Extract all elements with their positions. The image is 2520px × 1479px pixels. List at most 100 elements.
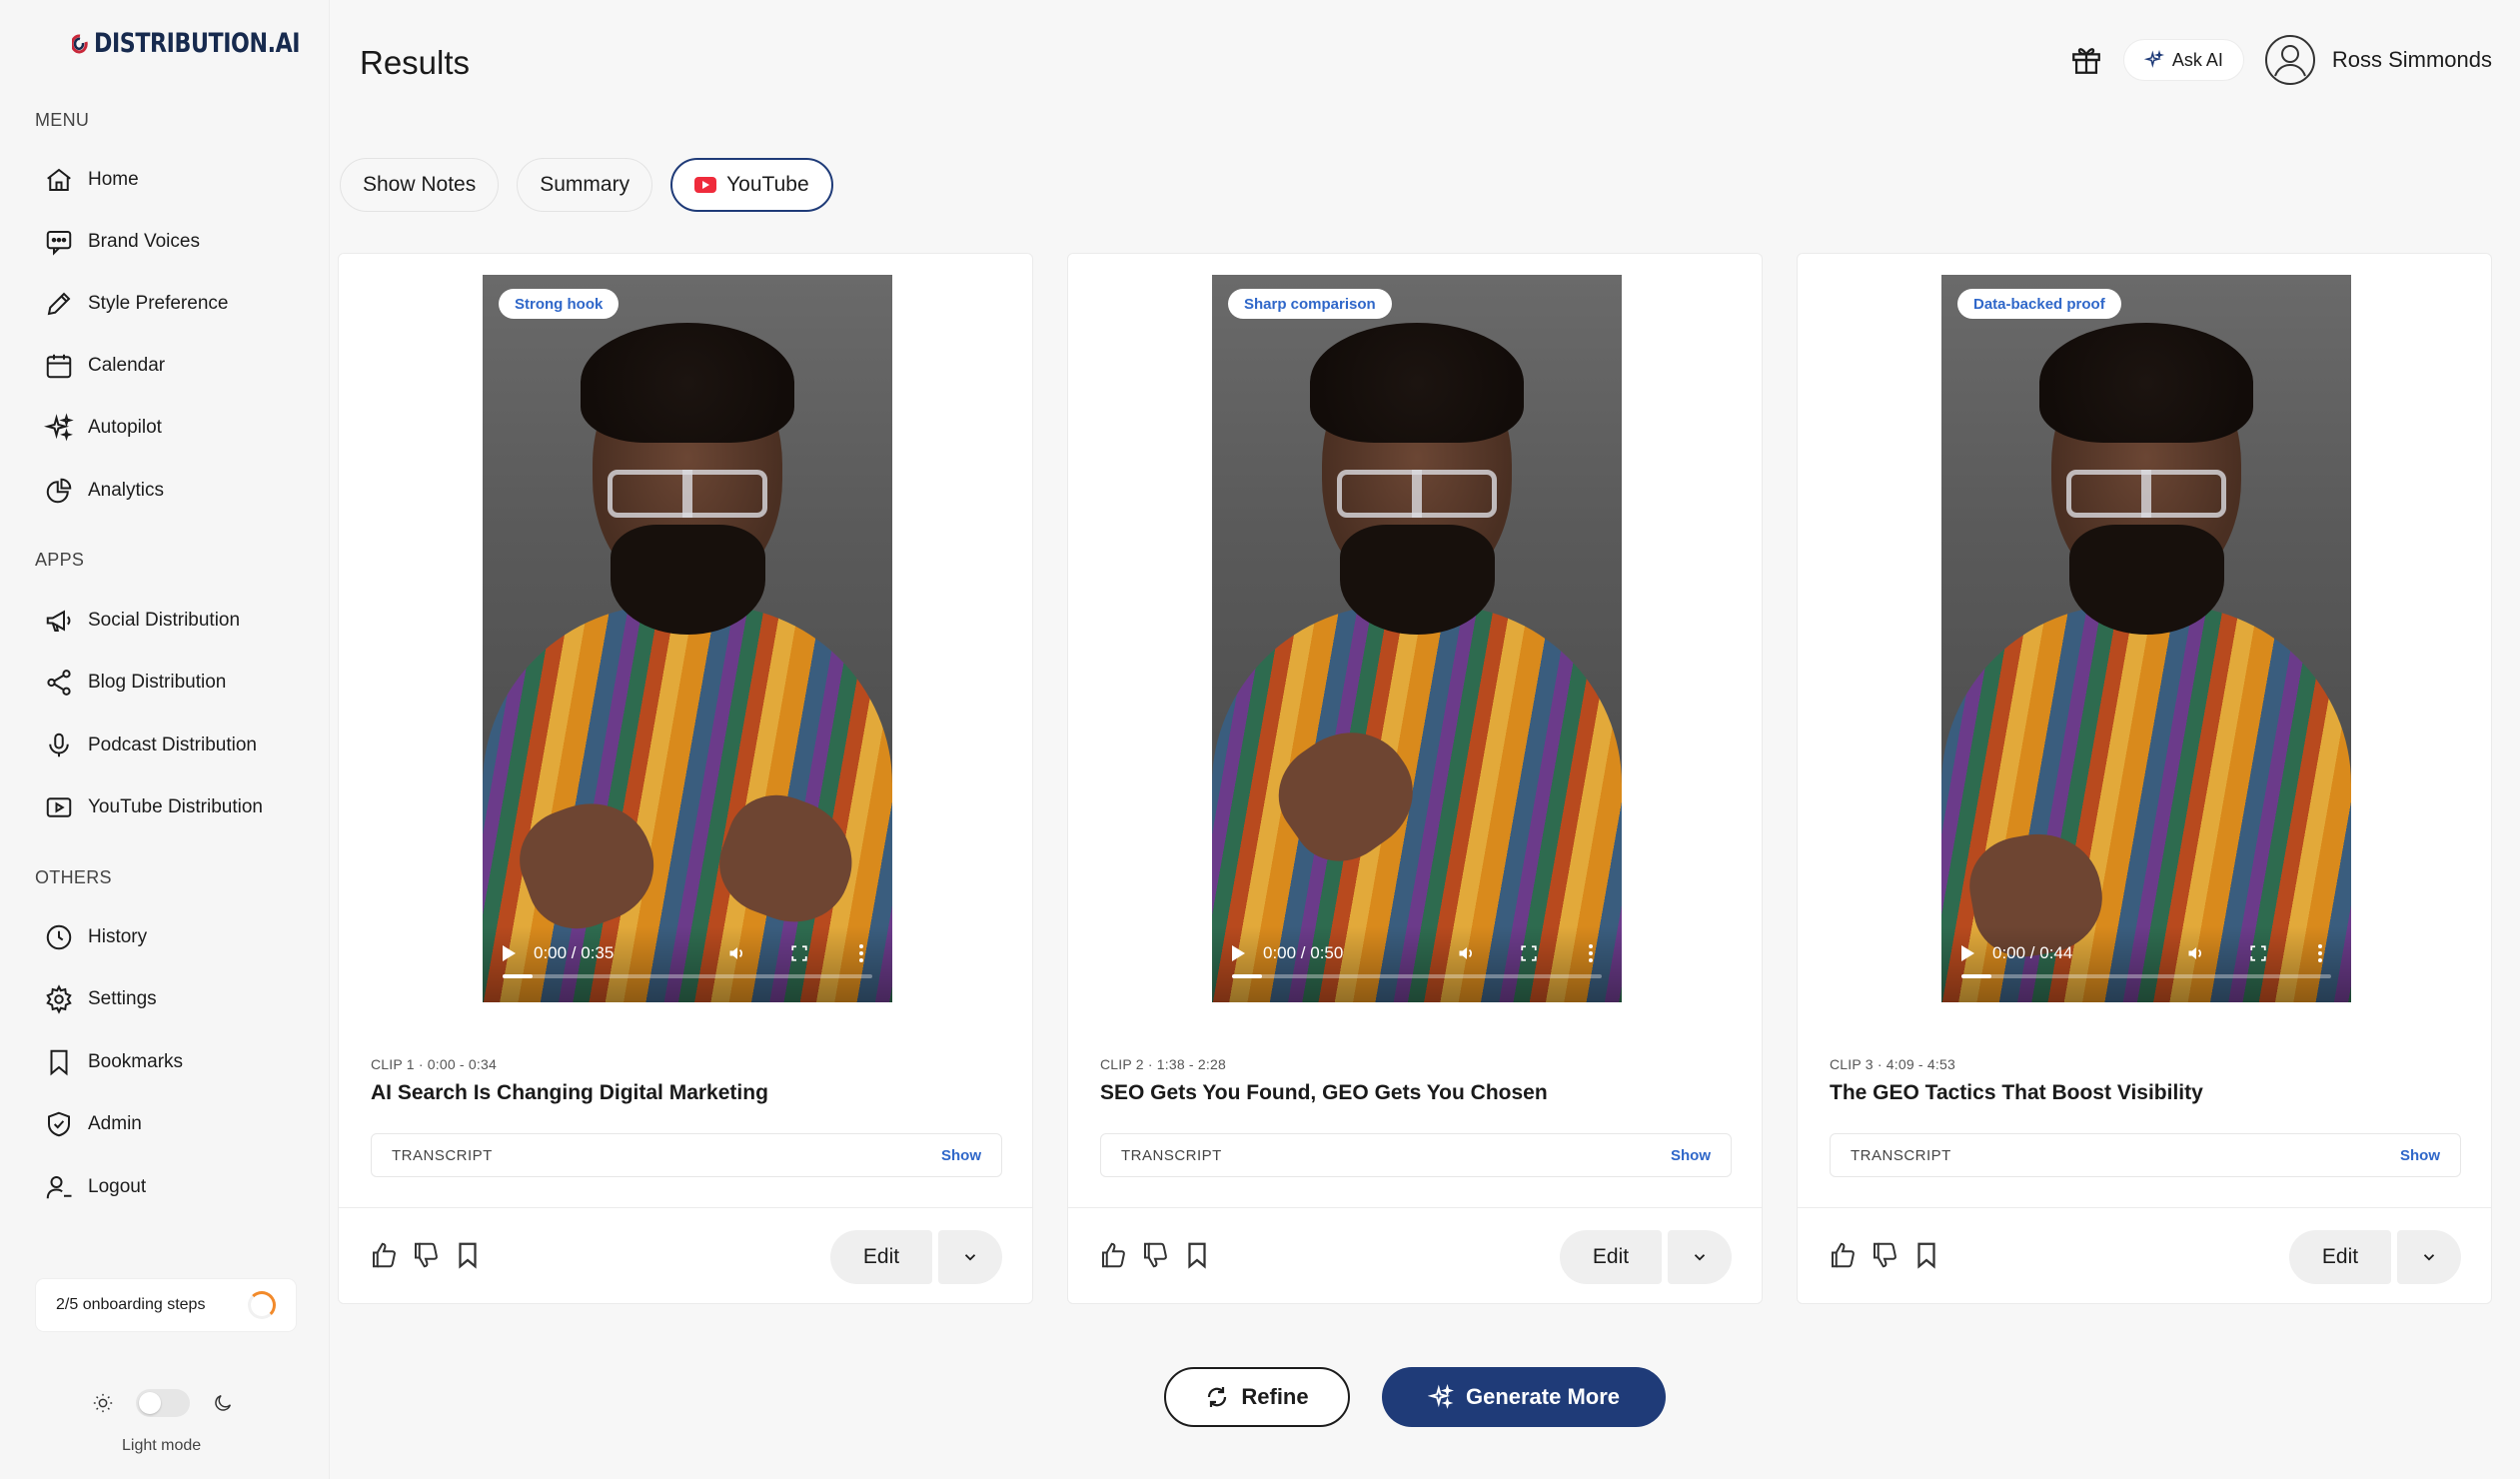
video-progress-bar[interactable] [1961,974,2331,978]
ask-ai-button[interactable]: Ask AI [2122,39,2244,81]
tab-show-notes[interactable]: Show Notes [340,158,500,212]
sidebar-item-label: Blog Distribution [88,672,227,693]
logo[interactable]: DISTRIBUTION.AI [72,28,345,59]
user-menu[interactable]: Ross Simmonds [2264,34,2492,86]
sidebar-item-label: Logout [88,1176,147,1197]
sidebar-item-label: Autopilot [88,417,162,438]
video-subject-hair [2039,323,2253,443]
bookmark-icon[interactable] [1911,1240,1941,1270]
sidebar-item-brand-voices[interactable]: Brand Voices [44,222,200,262]
play-icon[interactable] [1232,945,1245,961]
fullscreen-icon[interactable] [1518,942,1540,964]
onboarding-progress[interactable]: 2/5 onboarding steps [36,1279,296,1331]
more-options-icon[interactable] [1580,942,1602,964]
pen-icon [47,292,71,316]
video-progress-bar[interactable] [1232,974,1602,978]
chevron-down-icon [964,1254,976,1261]
tab-youtube[interactable]: YouTube [670,158,833,212]
generate-more-button[interactable]: Generate More [1382,1367,1666,1427]
sidebar: DISTRIBUTION.AI MENU Home Brand Voices S… [0,0,330,1479]
video-subject-beard [1340,525,1495,635]
fullscreen-icon[interactable] [788,942,810,964]
play-icon[interactable] [1961,945,1974,961]
fullscreen-icon[interactable] [2247,942,2269,964]
sidebar-item-label: History [88,926,148,947]
video-subject-glasses [2066,470,2226,518]
volume-icon[interactable] [1456,942,1478,964]
play-icon[interactable] [503,945,516,961]
sidebar-item-podcast-distribution[interactable]: Podcast Distribution [44,726,257,765]
bottom-actions: Refine Generate More [1164,1367,1666,1427]
avatar [2264,35,2315,85]
transcript-show-link[interactable]: Show [2400,1147,2440,1164]
sidebar-item-calendar[interactable]: Calendar [44,346,165,386]
more-options-icon[interactable] [850,942,872,964]
sidebar-item-analytics[interactable]: Analytics [44,471,164,511]
thumbs-down-icon[interactable] [1140,1240,1170,1270]
thumbs-down-icon[interactable] [1870,1240,1899,1270]
thumbs-down-icon[interactable] [411,1240,441,1270]
gift-icon[interactable] [2069,43,2103,77]
sidebar-item-label: Social Distribution [88,610,241,631]
theme-switch[interactable] [136,1389,190,1417]
video-controls: 0:00 / 0:50 [1212,926,1622,1002]
transcript-show-link[interactable]: Show [941,1147,981,1164]
video-progress-bar[interactable] [503,974,872,978]
thumbs-up-icon[interactable] [369,1240,399,1270]
sidebar-item-label: Admin [88,1113,142,1134]
sidebar-item-blog-distribution[interactable]: Blog Distribution [44,663,226,703]
edit-button[interactable]: Edit [1560,1230,1662,1284]
video-controls: 0:00 / 0:35 [483,926,892,1002]
sidebar-item-autopilot[interactable]: Autopilot [44,408,162,448]
shield-icon [48,1111,70,1137]
microphone-icon [49,733,69,757]
video-subject-hands [1242,708,1592,924]
home-icon [47,168,71,191]
clip-cards: Strong hook 0:00 / 0:35 CLIP 1 · 0:00 - … [338,253,2492,1304]
edit-button[interactable]: Edit [2289,1230,2391,1284]
sidebar-item-social-distribution[interactable]: Social Distribution [44,601,240,641]
edit-dropdown-button[interactable] [1668,1230,1732,1284]
volume-icon[interactable] [2185,942,2207,964]
sidebar-item-bookmarks[interactable]: Bookmarks [44,1042,183,1082]
thumbs-up-icon[interactable] [1098,1240,1128,1270]
video-player[interactable]: Data-backed proof 0:00 / 0:44 [1941,275,2351,1002]
bookmark-icon[interactable] [453,1240,483,1270]
sidebar-item-label: Bookmarks [88,1051,184,1072]
transcript-row: TRANSCRIPT Show [1830,1133,2461,1177]
edit-button[interactable]: Edit [830,1230,932,1284]
video-player[interactable]: Sharp comparison 0:00 / 0:50 [1212,275,1622,1002]
sidebar-item-label: Home [88,169,139,190]
apps-section-label: APPS [35,550,85,570]
sidebar-item-admin[interactable]: Admin [44,1104,142,1144]
video-player[interactable]: Strong hook 0:00 / 0:35 [483,275,892,1002]
edit-button-group: Edit [1560,1230,1732,1284]
refine-button[interactable]: Refine [1164,1367,1350,1427]
reaction-buttons [369,1240,483,1270]
sidebar-item-style-preference[interactable]: Style Preference [44,284,228,324]
transcript-row: TRANSCRIPT Show [371,1133,1002,1177]
sidebar-item-home[interactable]: Home [44,160,139,200]
sidebar-item-youtube-distribution[interactable]: YouTube Distribution [44,787,263,827]
user-logout-icon [46,1176,72,1199]
sidebar-item-history[interactable]: History [44,917,147,957]
bookmark-icon[interactable] [1182,1240,1212,1270]
clip-meta: CLIP 3 · 4:09 - 4:53 [1830,1056,1955,1072]
reaction-buttons [1098,1240,1212,1270]
bookmark-icon [50,1049,68,1076]
card-footer: Edit [339,1207,1032,1305]
more-options-icon[interactable] [2309,942,2331,964]
sidebar-item-settings[interactable]: Settings [44,979,157,1019]
tab-label: Show Notes [363,173,477,196]
thumbs-up-icon[interactable] [1828,1240,1858,1270]
sidebar-item-logout[interactable]: Logout [44,1167,146,1207]
card-footer: Edit [1798,1207,2491,1305]
sun-icon [93,1393,113,1413]
edit-dropdown-button[interactable] [2397,1230,2461,1284]
volume-icon[interactable] [726,942,748,964]
calendar-icon [46,354,72,379]
sparkles-icon [44,413,74,442]
transcript-show-link[interactable]: Show [1671,1147,1711,1164]
tab-summary[interactable]: Summary [517,158,653,212]
edit-dropdown-button[interactable] [938,1230,1002,1284]
